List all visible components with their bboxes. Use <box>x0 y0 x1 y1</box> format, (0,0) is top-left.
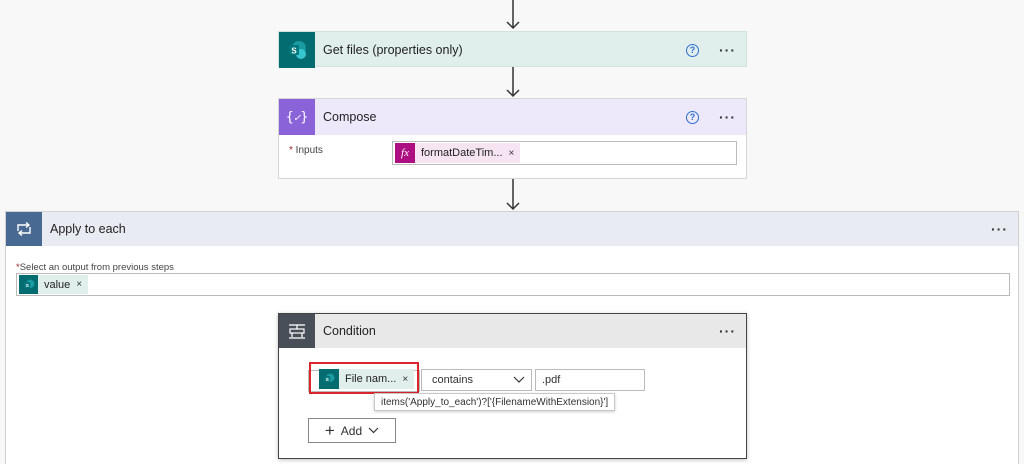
right-operand-value: .pdf <box>542 374 561 386</box>
operator-value: contains <box>432 374 473 386</box>
right-operand-field[interactable]: .pdf <box>535 369 645 391</box>
flow-arrow <box>505 67 521 98</box>
add-button[interactable]: + Add <box>308 418 396 443</box>
remove-token-icon[interactable]: × <box>76 279 88 290</box>
chevron-down-icon <box>368 427 379 434</box>
select-output-field[interactable]: S value × <box>16 273 1010 296</box>
flow-arrow <box>505 179 521 211</box>
help-icon[interactable]: ? <box>686 110 699 124</box>
sharepoint-icon: S <box>319 369 339 389</box>
card-title: Apply to each <box>50 222 126 236</box>
expression-token[interactable]: fx formatDateTim... × <box>395 143 521 163</box>
arrow-down-icon <box>506 67 520 98</box>
compose-card[interactable]: {✓} Compose ? ··· * Inputs fx formatDate… <box>278 98 747 179</box>
condition-card[interactable]: Condition ··· S File nam... × contains .… <box>278 313 747 459</box>
tooltip-text: items('Apply_to_each')?['{FilenameWithEx… <box>381 396 609 408</box>
chevron-down-icon <box>513 376 525 383</box>
arrow-down-icon <box>506 0 520 30</box>
compose-icon: {✓} <box>279 99 315 135</box>
filename-token[interactable]: S File nam... × <box>319 369 415 389</box>
help-icon[interactable]: ? <box>686 43 699 57</box>
value-token[interactable]: S value × <box>19 275 89 294</box>
remove-token-icon[interactable]: × <box>509 148 521 159</box>
inputs-field[interactable]: fx formatDateTim... × <box>392 141 737 165</box>
more-options-icon[interactable]: ··· <box>719 110 736 124</box>
more-options-icon[interactable]: ··· <box>719 324 736 338</box>
card-title: Condition <box>323 324 376 338</box>
card-title: Compose <box>323 110 377 124</box>
plus-icon: + <box>324 420 335 440</box>
more-options-icon[interactable]: ··· <box>719 43 736 57</box>
add-label: Add <box>340 423 363 438</box>
inputs-label: * Inputs <box>289 145 323 156</box>
token-label: value <box>44 278 71 291</box>
sharepoint-icon: S <box>19 275 38 294</box>
more-options-icon[interactable]: ··· <box>991 222 1008 236</box>
token-tooltip: items('Apply_to_each')?['{FilenameWithEx… <box>374 393 616 411</box>
select-output-label: *Select an output from previous steps <box>16 262 174 273</box>
token-label: formatDateTim... <box>421 147 503 159</box>
remove-token-icon[interactable]: × <box>402 374 414 385</box>
token-label: File nam... <box>345 373 397 385</box>
condition-icon <box>279 314 315 348</box>
get-files-card[interactable]: S Get files (properties only) ? ··· <box>278 31 747 68</box>
flow-arrow <box>505 0 521 30</box>
fx-icon: fx <box>395 143 415 163</box>
sharepoint-icon: S <box>279 32 315 68</box>
svg-text:S: S <box>291 47 297 56</box>
card-title: Get files (properties only) <box>323 43 463 57</box>
loop-icon <box>6 212 42 246</box>
operator-dropdown[interactable]: contains <box>421 369 532 391</box>
arrow-down-icon <box>506 179 520 211</box>
